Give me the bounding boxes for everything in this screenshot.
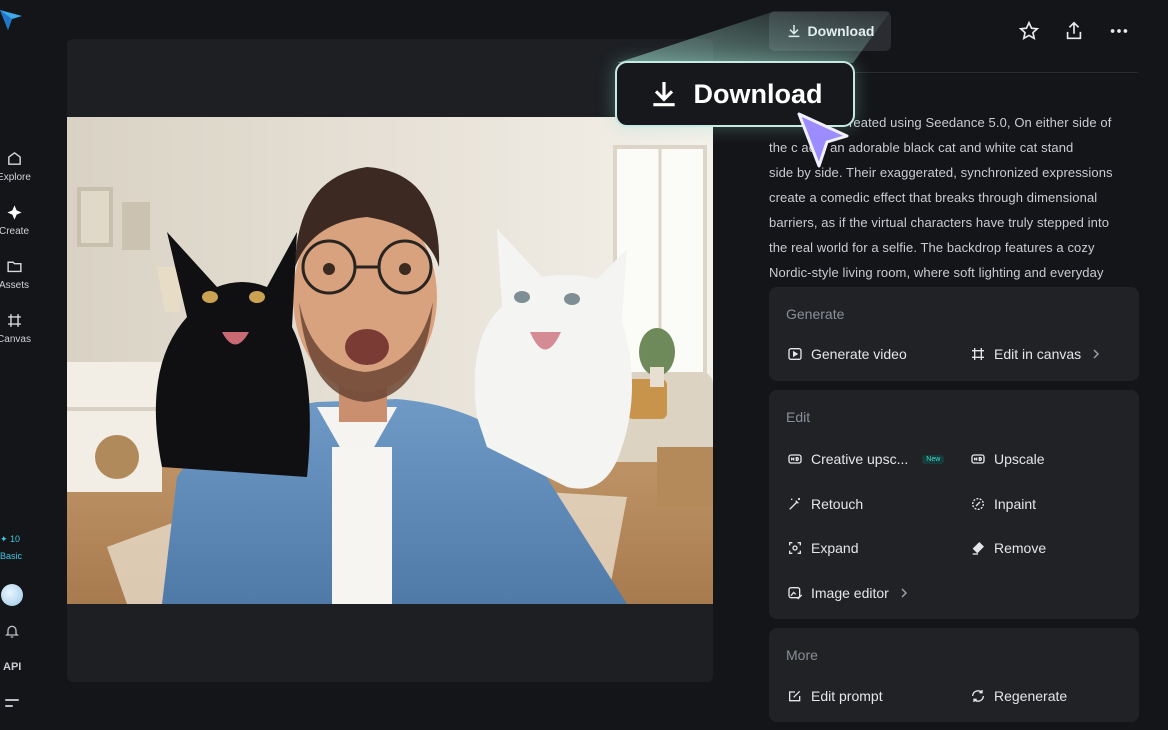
creative-upscale-button[interactable]: Creative upsc... New: [787, 451, 945, 467]
inpaint-icon: [972, 498, 984, 510]
app-logo-icon[interactable]: [0, 6, 24, 32]
sidebar-item-create[interactable]: Create: [0, 204, 34, 237]
regenerate-label: Regenerate: [994, 688, 1068, 704]
avatar[interactable]: [1, 584, 23, 606]
credits-display[interactable]: ✦ 10 Basic: [0, 531, 22, 565]
sidebar-item-label: Create: [0, 226, 29, 237]
regenerate-button[interactable]: Regenerate: [970, 688, 1067, 704]
crop-icon: [972, 348, 984, 360]
description-line: Nordic-style living room, where soft lig…: [769, 265, 1104, 280]
refresh-icon: [972, 690, 984, 702]
image-preview-panel: [67, 39, 713, 682]
expand-label: Expand: [811, 540, 859, 556]
edit-prompt-icon: [789, 690, 801, 702]
image-edit-icon: [788, 587, 803, 600]
download-callout-label: Download: [693, 78, 823, 109]
eraser-icon: [972, 542, 984, 555]
generate-video-label: Generate video: [811, 346, 907, 362]
chevron-right-icon: [901, 588, 907, 598]
sidebar-item-label: Explore: [0, 172, 31, 183]
left-sidebar: Explore Create Assets Canvas ✦ 10 Basic …: [0, 0, 44, 730]
remove-button[interactable]: Remove: [970, 540, 1046, 556]
edit-prompt-button[interactable]: Edit prompt: [787, 688, 883, 704]
download-label: Download: [807, 23, 875, 39]
expand-button[interactable]: Expand: [787, 540, 858, 556]
folder-icon: [6, 261, 22, 273]
sidebar-item-explore[interactable]: Explore: [0, 150, 34, 183]
plan-label: Basic: [0, 551, 23, 561]
edit-in-canvas-label: Edit in canvas: [994, 346, 1082, 362]
download-button[interactable]: Download: [769, 11, 891, 51]
description-line: barriers, as if the virtual characters h…: [769, 215, 1110, 230]
video-icon: [788, 348, 802, 360]
magic-wand-icon: [789, 498, 800, 510]
retouch-button[interactable]: Retouch: [787, 496, 863, 512]
generate-card-title: Generate: [786, 306, 845, 322]
edit-prompt-label: Edit prompt: [811, 688, 883, 704]
chevron-right-icon: [1093, 349, 1100, 359]
image-editor-button[interactable]: Image editor: [787, 585, 909, 601]
generate-video-button[interactable]: Generate video: [787, 346, 907, 362]
credits-count: ✦ 10: [0, 534, 21, 544]
download-icon: [652, 82, 675, 107]
edit-card: Edit Creative upsc... New Upscale Retouc…: [769, 390, 1139, 619]
sidebar-item-label: Assets: [0, 280, 29, 291]
share-icon[interactable]: [1063, 20, 1085, 42]
creative-upscale-label: Creative upsc...: [811, 451, 909, 467]
new-badge: New: [922, 454, 945, 464]
sparkle-icon: [6, 205, 22, 220]
download-icon: [788, 25, 799, 38]
upscale-button[interactable]: Upscale: [970, 451, 1045, 467]
inpaint-label: Inpaint: [994, 496, 1037, 512]
retouch-label: Retouch: [811, 496, 864, 512]
hd-plus-icon: [788, 454, 802, 464]
more-icon[interactable]: [1108, 20, 1130, 42]
sidebar-item-assets[interactable]: Assets: [0, 258, 34, 291]
more-card: More Edit prompt Regenerate: [769, 628, 1139, 722]
crop-icon: [7, 314, 21, 327]
cursor-pointer-icon: [797, 112, 849, 168]
edit-card-title: Edit: [786, 409, 811, 425]
hd-icon: [971, 454, 985, 464]
sidebar-item-label: Canvas: [0, 334, 31, 345]
bell-icon[interactable]: [4, 623, 20, 639]
star-icon[interactable]: [1018, 20, 1040, 42]
expand-icon: [789, 542, 801, 554]
home-icon: [7, 151, 21, 165]
generate-card: Generate Generate video Edit in canvas: [769, 287, 1139, 381]
generated-image[interactable]: [67, 117, 713, 604]
remove-label: Remove: [994, 540, 1047, 556]
edit-in-canvas-button[interactable]: Edit in canvas: [970, 346, 1101, 362]
more-card-title: More: [786, 647, 818, 663]
menu-icon[interactable]: [5, 699, 19, 711]
description-line: the real world for a selfie. The backdro…: [769, 240, 1095, 255]
upscale-label: Upscale: [994, 451, 1045, 467]
app-window: Explore Create Assets Canvas ✦ 10 Basic …: [0, 0, 1168, 730]
api-link[interactable]: API: [3, 661, 21, 673]
image-editor-label: Image editor: [811, 585, 889, 601]
description-line: create a comedic effect that breaks thro…: [769, 190, 1098, 205]
sidebar-item-canvas[interactable]: Canvas: [0, 312, 34, 345]
inpaint-button[interactable]: Inpaint: [970, 496, 1036, 512]
